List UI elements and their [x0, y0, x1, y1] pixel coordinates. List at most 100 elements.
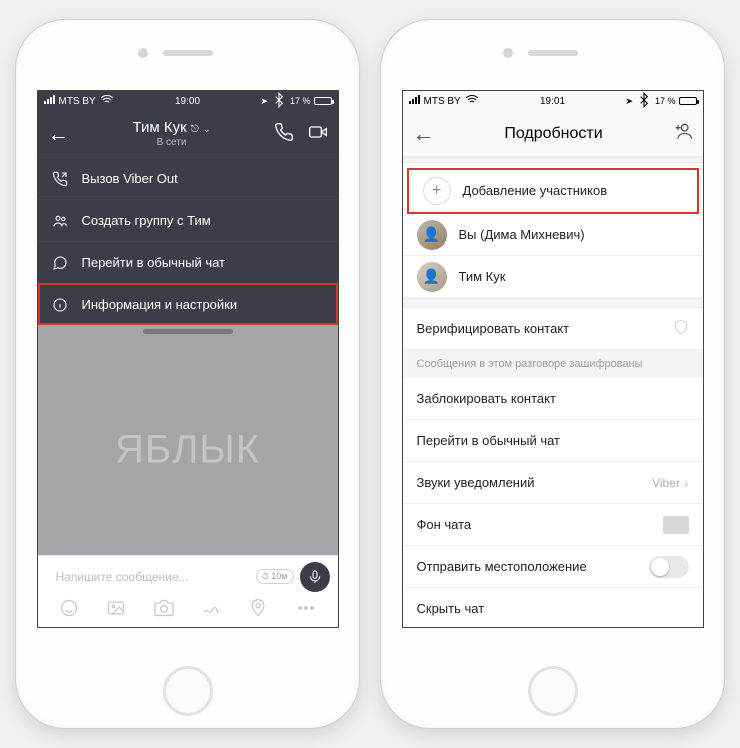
- battery-percent: 17 %: [655, 96, 676, 106]
- location-button[interactable]: [248, 598, 268, 623]
- phone-camera: [503, 48, 513, 58]
- location-arrow-icon: ➤: [260, 96, 268, 107]
- signal-icon: [44, 95, 56, 107]
- video-call-button[interactable]: [308, 122, 328, 147]
- chat-icon: [52, 255, 68, 271]
- menu-create-group[interactable]: Создать группу с Тим: [38, 199, 338, 241]
- camera-button[interactable]: [154, 598, 174, 623]
- participant-tim[interactable]: 👤 Тим Кук: [403, 256, 703, 298]
- phone-out-icon: [52, 171, 68, 187]
- chevron-right-icon: ›: [684, 475, 689, 491]
- home-button[interactable]: [528, 666, 578, 716]
- battery-icon: [679, 97, 697, 105]
- location-arrow-icon: ➤: [625, 96, 633, 107]
- chat-header: ← Тим Кук ⎋ ⌄ В сети: [38, 111, 338, 157]
- highlight-add-participants: + Добавление участников: [407, 168, 699, 214]
- status-time: 19:00: [175, 96, 200, 107]
- home-button[interactable]: [163, 666, 213, 716]
- row-label: Добавление участников: [463, 183, 608, 198]
- voice-call-button[interactable]: [274, 122, 294, 147]
- menu-label: Создать группу с Тим: [82, 213, 211, 228]
- row-label: Фон чата: [417, 517, 472, 532]
- emoji-button[interactable]: [59, 598, 79, 623]
- more-button[interactable]: [296, 598, 316, 623]
- battery-icon: [314, 97, 332, 105]
- timer-pill[interactable]: ⏱ 10м: [256, 569, 294, 584]
- doodle-button[interactable]: [201, 598, 221, 623]
- avatar: 👤: [417, 262, 447, 292]
- phone-frame-right: MTS BY 19:01 ➤ 17 % ← Подробности: [380, 19, 725, 729]
- chat-background: ЯБЛЫК: [38, 345, 338, 555]
- bluetooth-icon: [271, 92, 287, 110]
- phone-speaker: [163, 50, 213, 56]
- add-participant-button[interactable]: [673, 121, 693, 146]
- message-input[interactable]: Напишите сообщение...: [46, 570, 250, 584]
- row-value: Viber: [652, 476, 680, 490]
- group-icon: [52, 213, 68, 229]
- wifi-icon: [464, 92, 480, 111]
- row-verify-contact[interactable]: Верифицировать контакт: [403, 308, 703, 350]
- status-bar: MTS BY 19:01 ➤ 17 %: [403, 91, 703, 111]
- row-label: Перейти в обычный чат: [417, 433, 561, 448]
- presence-label: В сети: [80, 137, 264, 148]
- message-placeholder: Напишите сообщение...: [56, 570, 189, 584]
- screen-right: MTS BY 19:01 ➤ 17 % ← Подробности: [402, 90, 704, 628]
- menu-viber-out[interactable]: Вызов Viber Out: [38, 157, 338, 199]
- status-time: 19:01: [540, 96, 565, 107]
- top-dark-section: MTS BY 19:00 ➤ 17 % ←: [38, 91, 338, 325]
- menu-label: Информация и настройки: [82, 297, 238, 312]
- compose-bar: Напишите сообщение... ⏱ 10м: [38, 555, 338, 597]
- row-send-location[interactable]: Отправить местоположение: [403, 546, 703, 588]
- plus-icon: +: [423, 177, 451, 205]
- menu-regular-chat[interactable]: Перейти в обычный чат: [38, 241, 338, 283]
- phone-speaker: [528, 50, 578, 56]
- menu-info-settings[interactable]: Информация и настройки: [38, 283, 338, 325]
- signal-icon: [409, 95, 421, 107]
- info-icon: [52, 297, 68, 313]
- back-button[interactable]: ←: [48, 121, 70, 147]
- toggle-off[interactable]: [649, 556, 689, 578]
- wifi-icon: [99, 92, 115, 111]
- chevron-down-icon: ⌄: [203, 124, 211, 134]
- row-block-contact[interactable]: Заблокировать контакт: [403, 378, 703, 420]
- participant-name: Тим Кук: [459, 269, 506, 284]
- bluetooth-icon: [636, 92, 652, 110]
- status-bar: MTS BY 19:00 ➤ 17 %: [38, 91, 338, 111]
- avatar: 👤: [417, 220, 447, 250]
- phone-frame-left: MTS BY 19:00 ➤ 17 % ←: [15, 19, 360, 729]
- screen-left: MTS BY 19:00 ➤ 17 % ←: [37, 90, 339, 628]
- chat-title[interactable]: Тим Кук ⎋ ⌄: [80, 120, 264, 137]
- shield-icon: [673, 319, 689, 338]
- row-add-participants[interactable]: + Добавление участников: [409, 170, 697, 212]
- chat-title-text: Тим Кук: [133, 119, 187, 136]
- lock-icon: ⎋: [191, 124, 199, 135]
- sheet-handle[interactable]: [38, 325, 338, 345]
- page-title: Подробности: [445, 125, 663, 143]
- phone-camera: [138, 48, 148, 58]
- carrier-label: MTS BY: [424, 96, 461, 107]
- background-swatch: [663, 516, 689, 534]
- row-regular-chat[interactable]: Перейти в обычный чат: [403, 420, 703, 462]
- gallery-button[interactable]: [106, 598, 126, 623]
- back-button[interactable]: ←: [413, 121, 435, 147]
- details-list[interactable]: + Добавление участников 👤 Вы (Дима Михне…: [403, 157, 703, 627]
- menu-label: Вызов Viber Out: [82, 171, 178, 186]
- timer-value: 10м: [271, 571, 287, 581]
- menu-label: Перейти в обычный чат: [82, 255, 226, 270]
- watermark: ЯБЛЫК: [115, 428, 260, 473]
- row-label: Верифицировать контакт: [417, 321, 570, 336]
- row-label: Звуки уведомлений: [417, 475, 535, 490]
- row-hide-chat[interactable]: Скрыть чат: [403, 588, 703, 627]
- participant-name: Вы (Дима Михневич): [459, 227, 585, 242]
- row-chat-background[interactable]: Фон чата: [403, 504, 703, 546]
- row-label: Отправить местоположение: [417, 559, 587, 574]
- encryption-note: Сообщения в этом разговоре зашифрованы: [403, 350, 703, 378]
- attachment-bar: [38, 597, 338, 627]
- details-header: ← Подробности: [403, 111, 703, 157]
- row-label: Скрыть чат: [417, 601, 485, 616]
- row-label: Заблокировать контакт: [417, 391, 556, 406]
- row-notification-sounds[interactable]: Звуки уведомлений Viber ›: [403, 462, 703, 504]
- participant-you[interactable]: 👤 Вы (Дима Михневич): [403, 214, 703, 256]
- chat-dropdown-menu: Вызов Viber Out Создать группу с Тим Пер…: [38, 157, 338, 325]
- mic-button[interactable]: [300, 562, 330, 592]
